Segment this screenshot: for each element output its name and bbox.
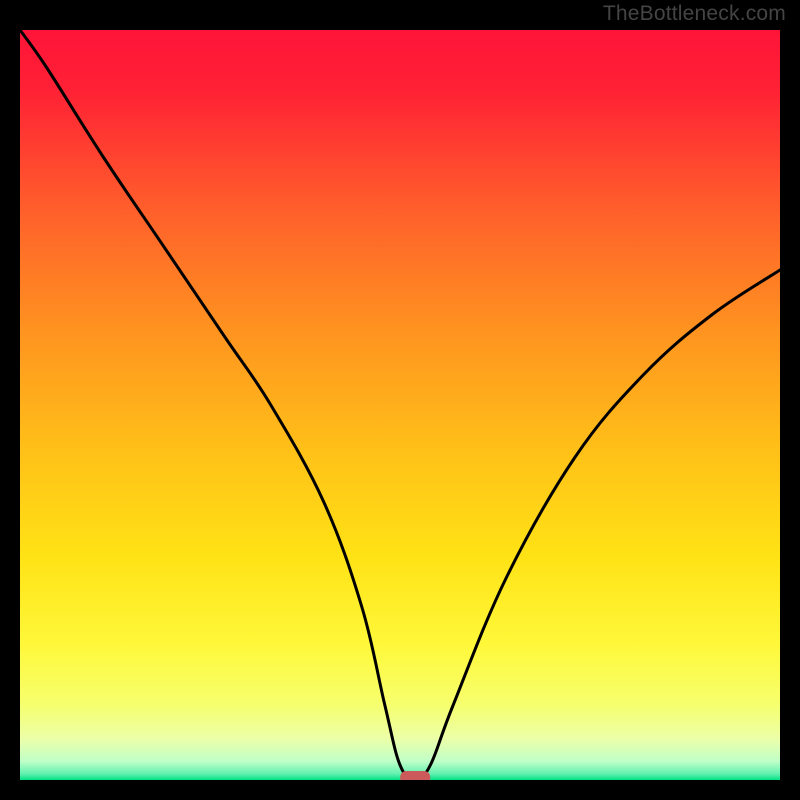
- plot-area: [20, 30, 780, 780]
- chart-container: TheBottleneck.com: [0, 0, 800, 800]
- gradient-background: [20, 30, 780, 780]
- bottleneck-chart: [20, 30, 780, 780]
- optimum-marker: [400, 771, 430, 780]
- watermark-label: TheBottleneck.com: [603, 2, 786, 26]
